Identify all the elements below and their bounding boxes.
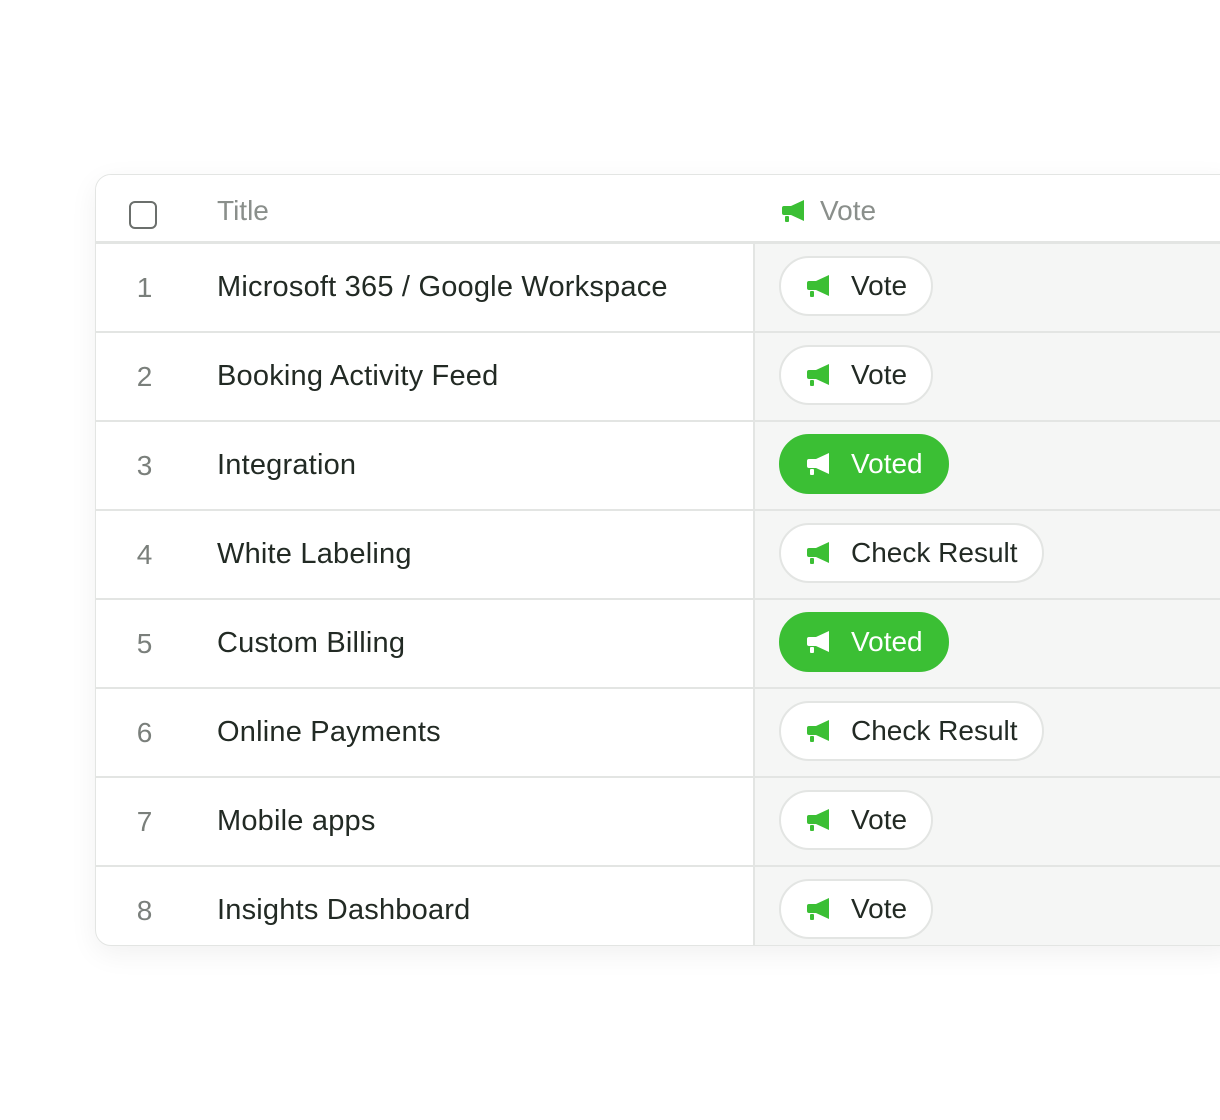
vote-button-label: Voted xyxy=(851,448,923,479)
vote-button-label: Check Result xyxy=(851,537,1018,568)
row-number: 8 xyxy=(136,895,153,926)
megaphone-icon xyxy=(805,273,833,299)
column-header-title[interactable]: Title xyxy=(217,195,269,227)
vote-button[interactable]: Vote xyxy=(779,879,934,939)
voted-button[interactable]: Voted xyxy=(779,612,949,672)
row-number: 5 xyxy=(136,628,153,659)
vote-button-label: Vote xyxy=(851,270,908,301)
vote-cell: Vote xyxy=(753,778,1220,865)
megaphone-icon xyxy=(805,540,833,566)
vote-cell: Check Result xyxy=(753,511,1220,598)
vote-button-label: Check Result xyxy=(851,715,1018,746)
row-title[interactable]: White Labeling xyxy=(217,511,412,598)
row-title[interactable]: Insights Dashboard xyxy=(217,867,470,945)
check-result-button[interactable]: Check Result xyxy=(779,701,1044,761)
row-title[interactable]: Integration xyxy=(217,422,356,509)
vote-cell: Vote xyxy=(753,333,1220,420)
voting-table: Title Vote 1 Microsoft 365 / Google Work… xyxy=(95,174,1220,946)
vote-cell: Vote xyxy=(753,244,1220,331)
row-title[interactable]: Booking Activity Feed xyxy=(217,333,498,420)
column-header-vote[interactable]: Vote xyxy=(780,195,876,227)
table-row: 7 Mobile apps Vote xyxy=(96,778,1220,867)
vote-button-label: Vote xyxy=(851,893,908,924)
vote-button[interactable]: Vote xyxy=(779,256,934,316)
megaphone-icon xyxy=(805,362,833,388)
row-number: 1 xyxy=(136,272,153,303)
vote-cell: Voted xyxy=(753,600,1220,687)
row-title[interactable]: Online Payments xyxy=(217,689,441,776)
row-number: 6 xyxy=(136,717,153,748)
vote-cell: Vote xyxy=(753,867,1220,945)
select-all-checkbox[interactable] xyxy=(129,201,157,229)
table-row: 1 Microsoft 365 / Google Workspace Vote xyxy=(96,244,1220,333)
row-number: 3 xyxy=(136,450,153,481)
megaphone-icon xyxy=(805,896,833,922)
row-title[interactable]: Mobile apps xyxy=(217,778,376,865)
row-number: 7 xyxy=(136,806,153,837)
vote-button-label: Vote xyxy=(851,359,908,390)
megaphone-icon xyxy=(805,807,833,833)
vote-button-label: Vote xyxy=(851,804,908,835)
row-number: 2 xyxy=(136,361,153,392)
table-row: 6 Online Payments Check Result xyxy=(96,689,1220,778)
voted-button[interactable]: Voted xyxy=(779,434,949,494)
row-title[interactable]: Microsoft 365 / Google Workspace xyxy=(217,244,668,331)
table-row: 2 Booking Activity Feed Vote xyxy=(96,333,1220,422)
megaphone-icon xyxy=(805,629,833,655)
megaphone-icon xyxy=(805,451,833,477)
vote-cell: Voted xyxy=(753,422,1220,509)
check-result-button[interactable]: Check Result xyxy=(779,523,1044,583)
megaphone-icon xyxy=(780,198,808,224)
row-title[interactable]: Custom Billing xyxy=(217,600,405,687)
table-header: Title Vote xyxy=(96,175,1220,244)
table-body: 1 Microsoft 365 / Google Workspace Vote … xyxy=(96,244,1220,945)
table-row: 3 Integration Voted xyxy=(96,422,1220,511)
vote-button-label: Voted xyxy=(851,626,923,657)
megaphone-icon xyxy=(805,718,833,744)
table-row: 4 White Labeling Check Result xyxy=(96,511,1220,600)
vote-header-label: Vote xyxy=(820,195,877,226)
vote-cell: Check Result xyxy=(753,689,1220,776)
table-row: 5 Custom Billing Voted xyxy=(96,600,1220,689)
table-row: 8 Insights Dashboard Vote xyxy=(96,867,1220,945)
row-number: 4 xyxy=(136,539,153,570)
vote-button[interactable]: Vote xyxy=(779,790,934,850)
vote-button[interactable]: Vote xyxy=(779,345,934,405)
